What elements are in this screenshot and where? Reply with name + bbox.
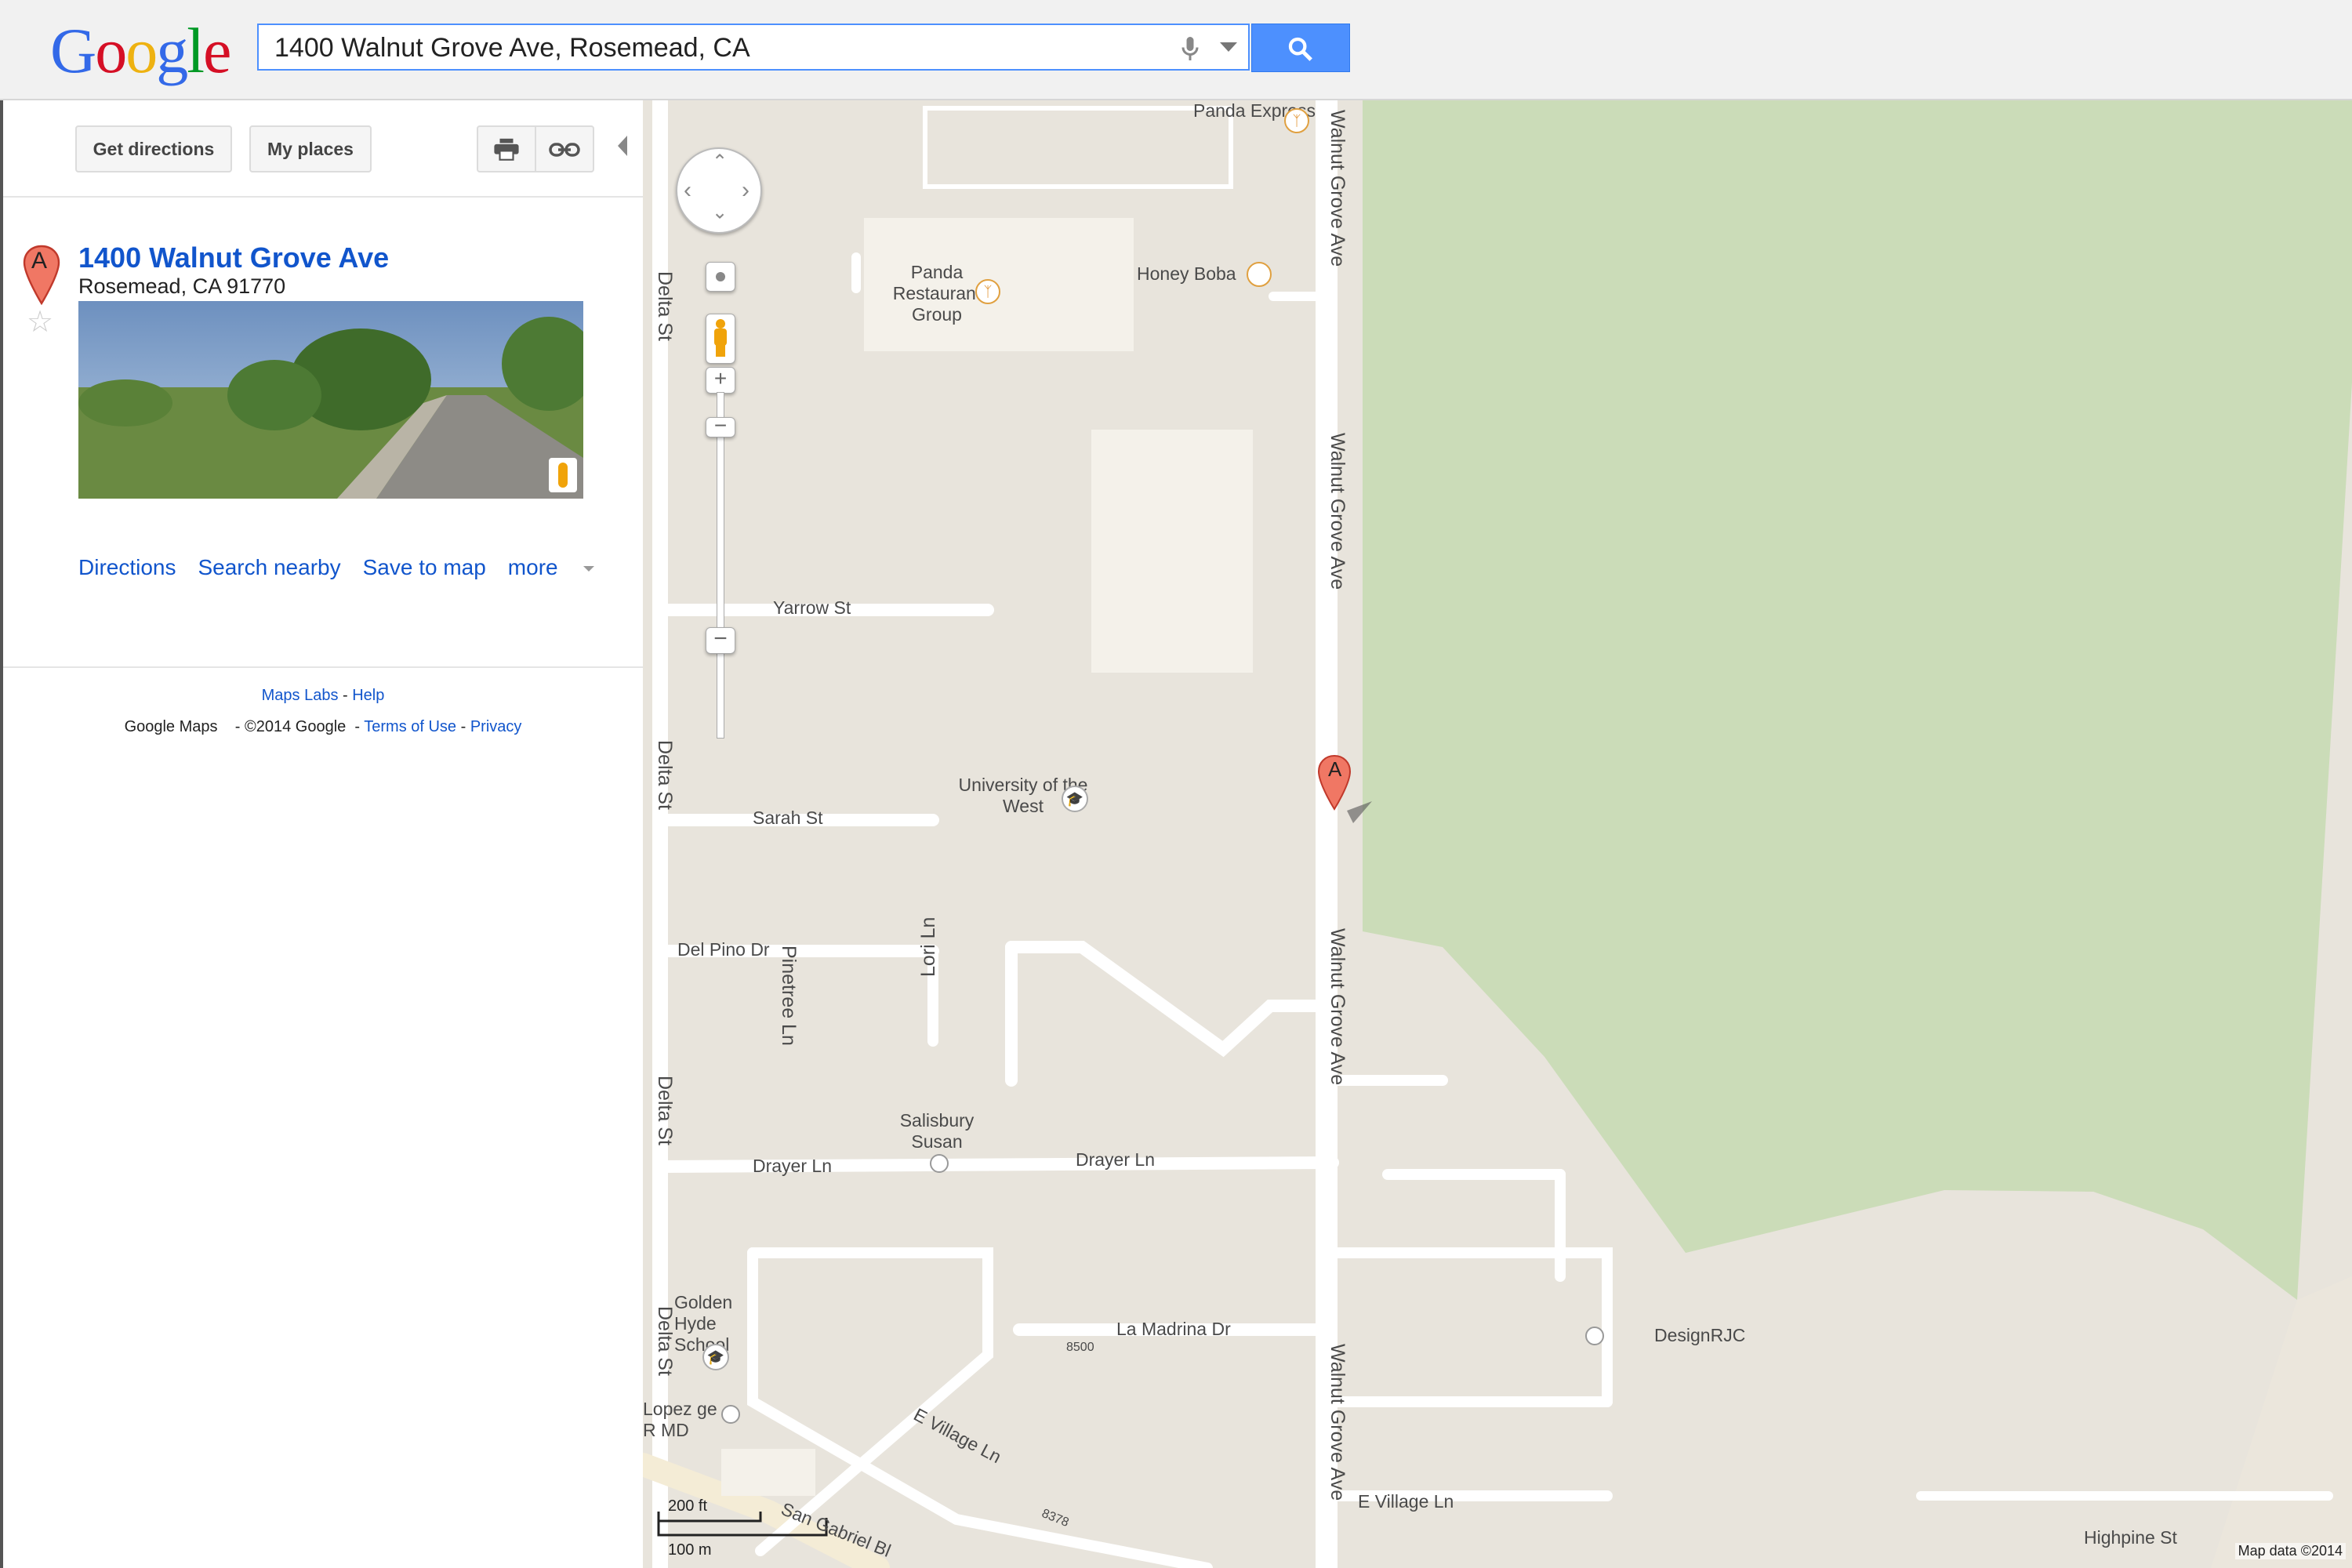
pegman-button[interactable] xyxy=(706,314,735,364)
divider xyxy=(3,666,643,668)
microphone-icon[interactable] xyxy=(1176,34,1204,63)
street-label: Walnut Grove Ave xyxy=(1327,433,1348,590)
pan-control[interactable]: ⌃ ⌃ ‹ › xyxy=(676,147,762,234)
street-label: Walnut Grove Ave xyxy=(1327,1344,1348,1501)
street-label: Pinetree Ln xyxy=(778,946,800,1046)
zoom-in-button[interactable]: + xyxy=(706,367,735,394)
restaurant-icon[interactable]: ᛉ xyxy=(1284,108,1309,133)
street-label: Del Pino Dr xyxy=(677,939,770,960)
pan-down-icon[interactable]: ⌃ xyxy=(712,199,728,222)
school-icon[interactable]: 🎓 xyxy=(1062,786,1088,812)
link-button[interactable] xyxy=(535,125,594,172)
printer-icon xyxy=(494,138,519,161)
street-label: Delta St xyxy=(654,1076,676,1145)
top-bar: Google xyxy=(0,0,2352,100)
street-label: Walnut Grove Ave xyxy=(1327,928,1348,1086)
street-label: Drayer Ln xyxy=(753,1156,832,1176)
terms-link[interactable]: Terms of Use xyxy=(364,718,456,735)
search-box xyxy=(257,24,1250,71)
dropdown-caret-icon[interactable] xyxy=(1220,42,1237,52)
street-label: Walnut Grove Ave xyxy=(1327,110,1348,267)
save-to-map-link[interactable]: Save to map xyxy=(363,555,486,579)
pan-left-icon[interactable]: ‹ xyxy=(684,177,691,204)
result-address: Rosemead, CA 91770 xyxy=(78,274,286,298)
zoom-slider-track[interactable] xyxy=(717,392,724,739)
scale-m: 100 m xyxy=(668,1541,712,1559)
house-number: 8500 xyxy=(1066,1341,1094,1354)
poi-label[interactable]: Honey Boba xyxy=(1137,263,1236,285)
street-label: Delta St xyxy=(654,1306,676,1376)
street-label: Delta St xyxy=(654,271,676,341)
sidebar: Get directions My places A ☆ 1400 Walnut… xyxy=(0,100,643,1568)
get-directions-button[interactable]: Get directions xyxy=(75,125,232,172)
zoom-out-button[interactable]: − xyxy=(706,627,735,654)
place-icon[interactable] xyxy=(721,1405,740,1424)
pan-right-icon[interactable]: › xyxy=(742,177,750,204)
park-area-lower xyxy=(2211,1276,2352,1568)
result-actions: Directions Search nearby Save to map more xyxy=(78,555,638,580)
help-link[interactable]: Help xyxy=(352,687,384,704)
park-area xyxy=(1363,100,2352,1300)
street-label: Lori Ln xyxy=(917,916,939,977)
pegman-icon xyxy=(714,319,727,357)
star-icon[interactable]: ☆ xyxy=(27,304,53,339)
result-title-link[interactable]: 1400 Walnut Grove Ave xyxy=(78,241,389,274)
map-attribution: Map data ©2014 xyxy=(2234,1543,2346,1559)
map-canvas[interactable]: Walnut Grove Ave Walnut Grove Ave Walnut… xyxy=(643,100,2352,1568)
marker-letter: A xyxy=(31,248,48,274)
map-marker-a[interactable] xyxy=(1316,754,1378,833)
google-logo[interactable]: Google xyxy=(50,14,231,88)
school-icon[interactable]: 🎓 xyxy=(702,1344,729,1370)
street-view-image xyxy=(78,301,583,499)
street-label: Yarrow St xyxy=(773,597,851,618)
collapse-panel-icon[interactable] xyxy=(618,136,627,156)
more-dropdown[interactable]: more xyxy=(508,555,616,579)
zoom-slider-handle[interactable]: − xyxy=(706,415,735,437)
pan-up-icon[interactable]: ⌃ xyxy=(712,151,728,173)
my-places-button[interactable]: My places xyxy=(249,125,372,172)
street-label: E Village Ln xyxy=(1358,1491,1454,1512)
link-icon xyxy=(549,143,580,157)
maps-labs-link[interactable]: Maps Labs xyxy=(262,687,339,704)
divider xyxy=(3,196,643,198)
poi-label[interactable]: Salisbury Susan xyxy=(878,1110,996,1152)
street-label: Sarah St xyxy=(753,808,823,828)
reset-view-button[interactable] xyxy=(706,262,735,292)
map-marker-letter: A xyxy=(1328,757,1342,781)
search-icon xyxy=(1288,37,1312,61)
footer-links-1: Maps Labs - Help xyxy=(261,687,385,704)
scale-ft: 200 ft xyxy=(668,1497,708,1515)
print-button[interactable] xyxy=(477,125,536,172)
street-label: Highpine St xyxy=(2084,1527,2177,1548)
street-label: Delta St xyxy=(654,740,676,810)
place-icon[interactable] xyxy=(930,1154,949,1173)
restaurant-icon[interactable]: ᛉ xyxy=(975,279,1000,304)
search-input[interactable] xyxy=(273,30,1138,66)
search-button[interactable] xyxy=(1251,24,1350,72)
street-label: La Madrina Dr xyxy=(1116,1319,1231,1339)
privacy-link[interactable]: Privacy xyxy=(470,718,522,735)
place-icon[interactable] xyxy=(1585,1327,1604,1345)
poi-label[interactable]: Lopez ge R MD xyxy=(643,1399,729,1441)
street-view-thumbnail[interactable] xyxy=(78,301,583,499)
dot-icon xyxy=(716,272,725,281)
directions-link[interactable]: Directions xyxy=(78,555,176,579)
poi-label[interactable]: DesignRJC xyxy=(1654,1325,1745,1346)
street-label: Drayer Ln xyxy=(1076,1149,1155,1170)
chevron-down-icon xyxy=(583,566,594,572)
footer-links-2: Google Maps - ©2014 Google - Terms of Us… xyxy=(124,718,522,735)
search-nearby-link[interactable]: Search nearby xyxy=(198,555,340,579)
cafe-icon[interactable] xyxy=(1247,262,1272,287)
